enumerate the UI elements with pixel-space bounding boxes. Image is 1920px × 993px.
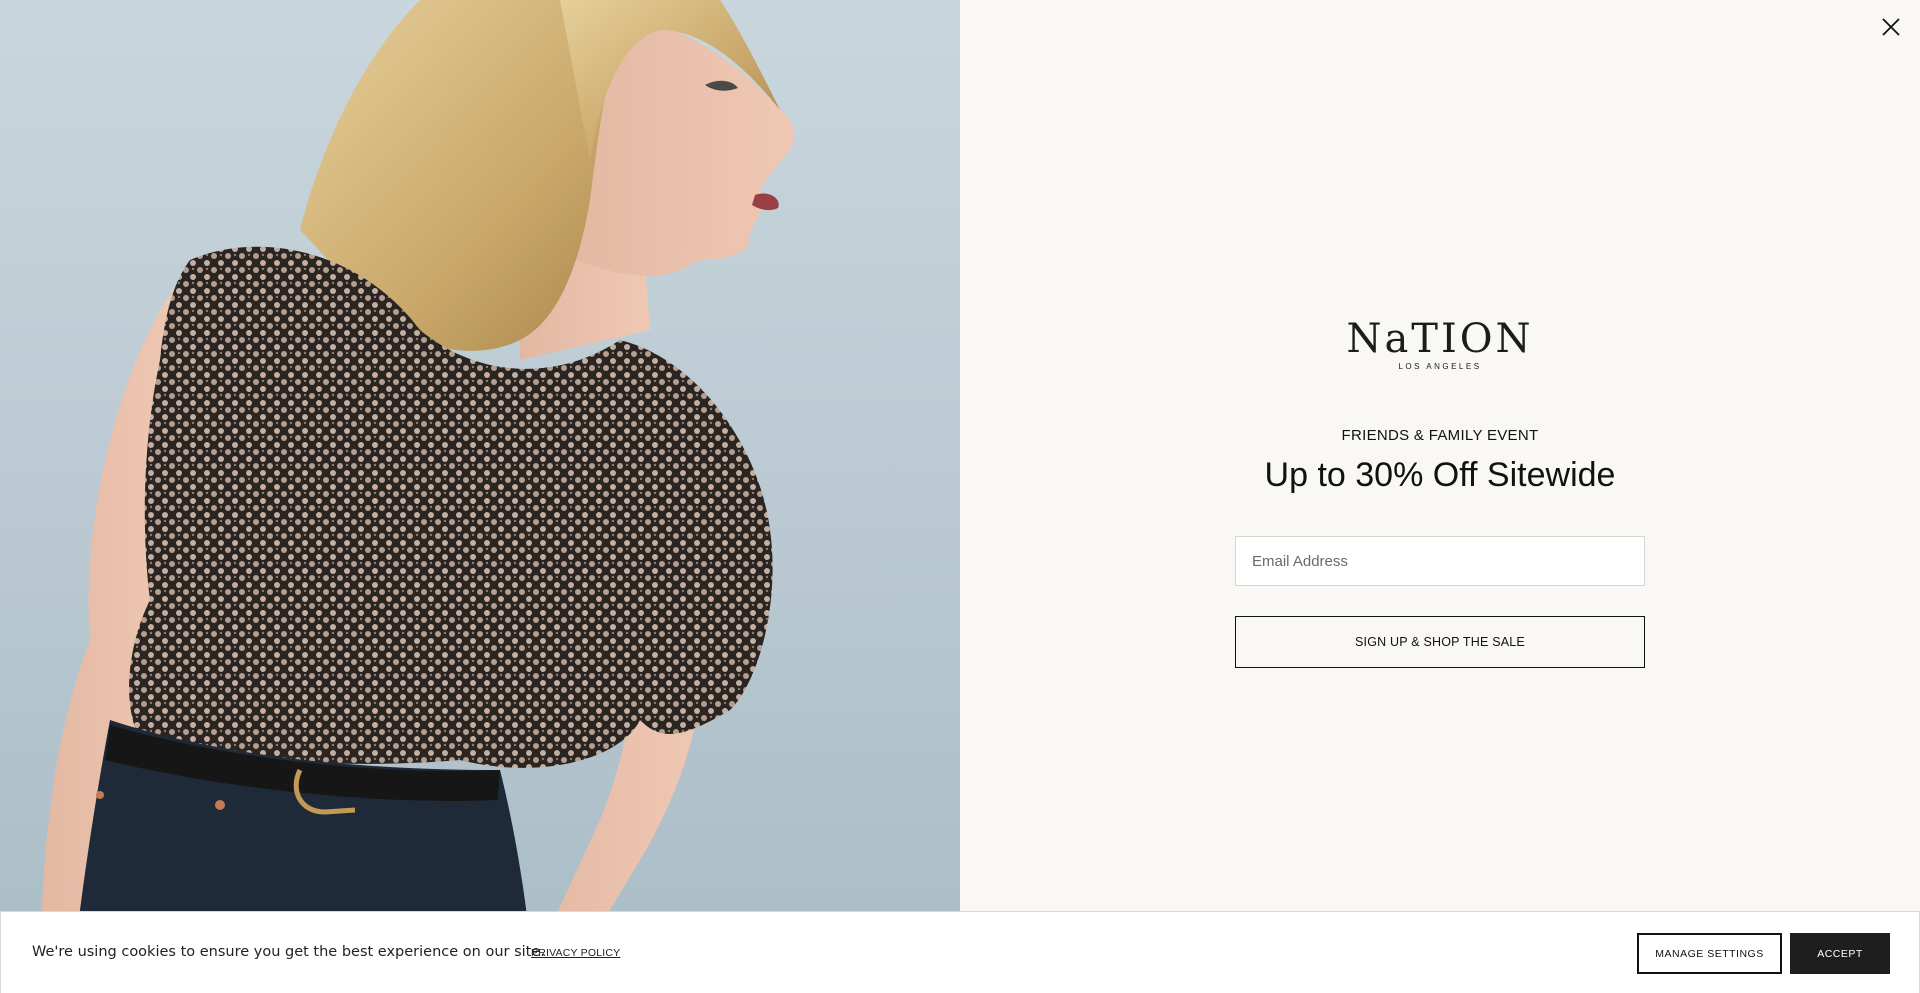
- email-field[interactable]: [1235, 536, 1645, 586]
- accept-cookies-button[interactable]: ACCEPT: [1790, 933, 1890, 974]
- signup-submit-button[interactable]: SIGN UP & SHOP THE SALE: [1235, 616, 1645, 668]
- promo-headline: Up to 30% Off Sitewide: [1264, 456, 1616, 494]
- signup-popup: NaTION LOS ANGELES FRIENDS & FAMILY EVEN…: [960, 0, 1920, 993]
- brand-wordmark: NaTION: [1346, 316, 1534, 362]
- privacy-policy-link[interactable]: PRIVACY POLICY: [531, 947, 620, 959]
- promo-photo: [0, 0, 960, 993]
- manage-settings-button[interactable]: MANAGE SETTINGS: [1637, 933, 1782, 974]
- cookie-consent-bar: We're using cookies to ensure you get th…: [0, 911, 1920, 993]
- model-illustration: [40, 0, 795, 993]
- promo-eyebrow: FRIENDS & FAMILY EVENT: [1341, 427, 1539, 444]
- cookie-message: We're using cookies to ensure you get th…: [32, 944, 545, 960]
- brand-logo: NaTION LOS ANGELES: [960, 318, 1920, 371]
- brand-tagline: LOS ANGELES: [1398, 362, 1482, 371]
- close-button[interactable]: [1876, 12, 1906, 42]
- close-icon: [1882, 18, 1900, 36]
